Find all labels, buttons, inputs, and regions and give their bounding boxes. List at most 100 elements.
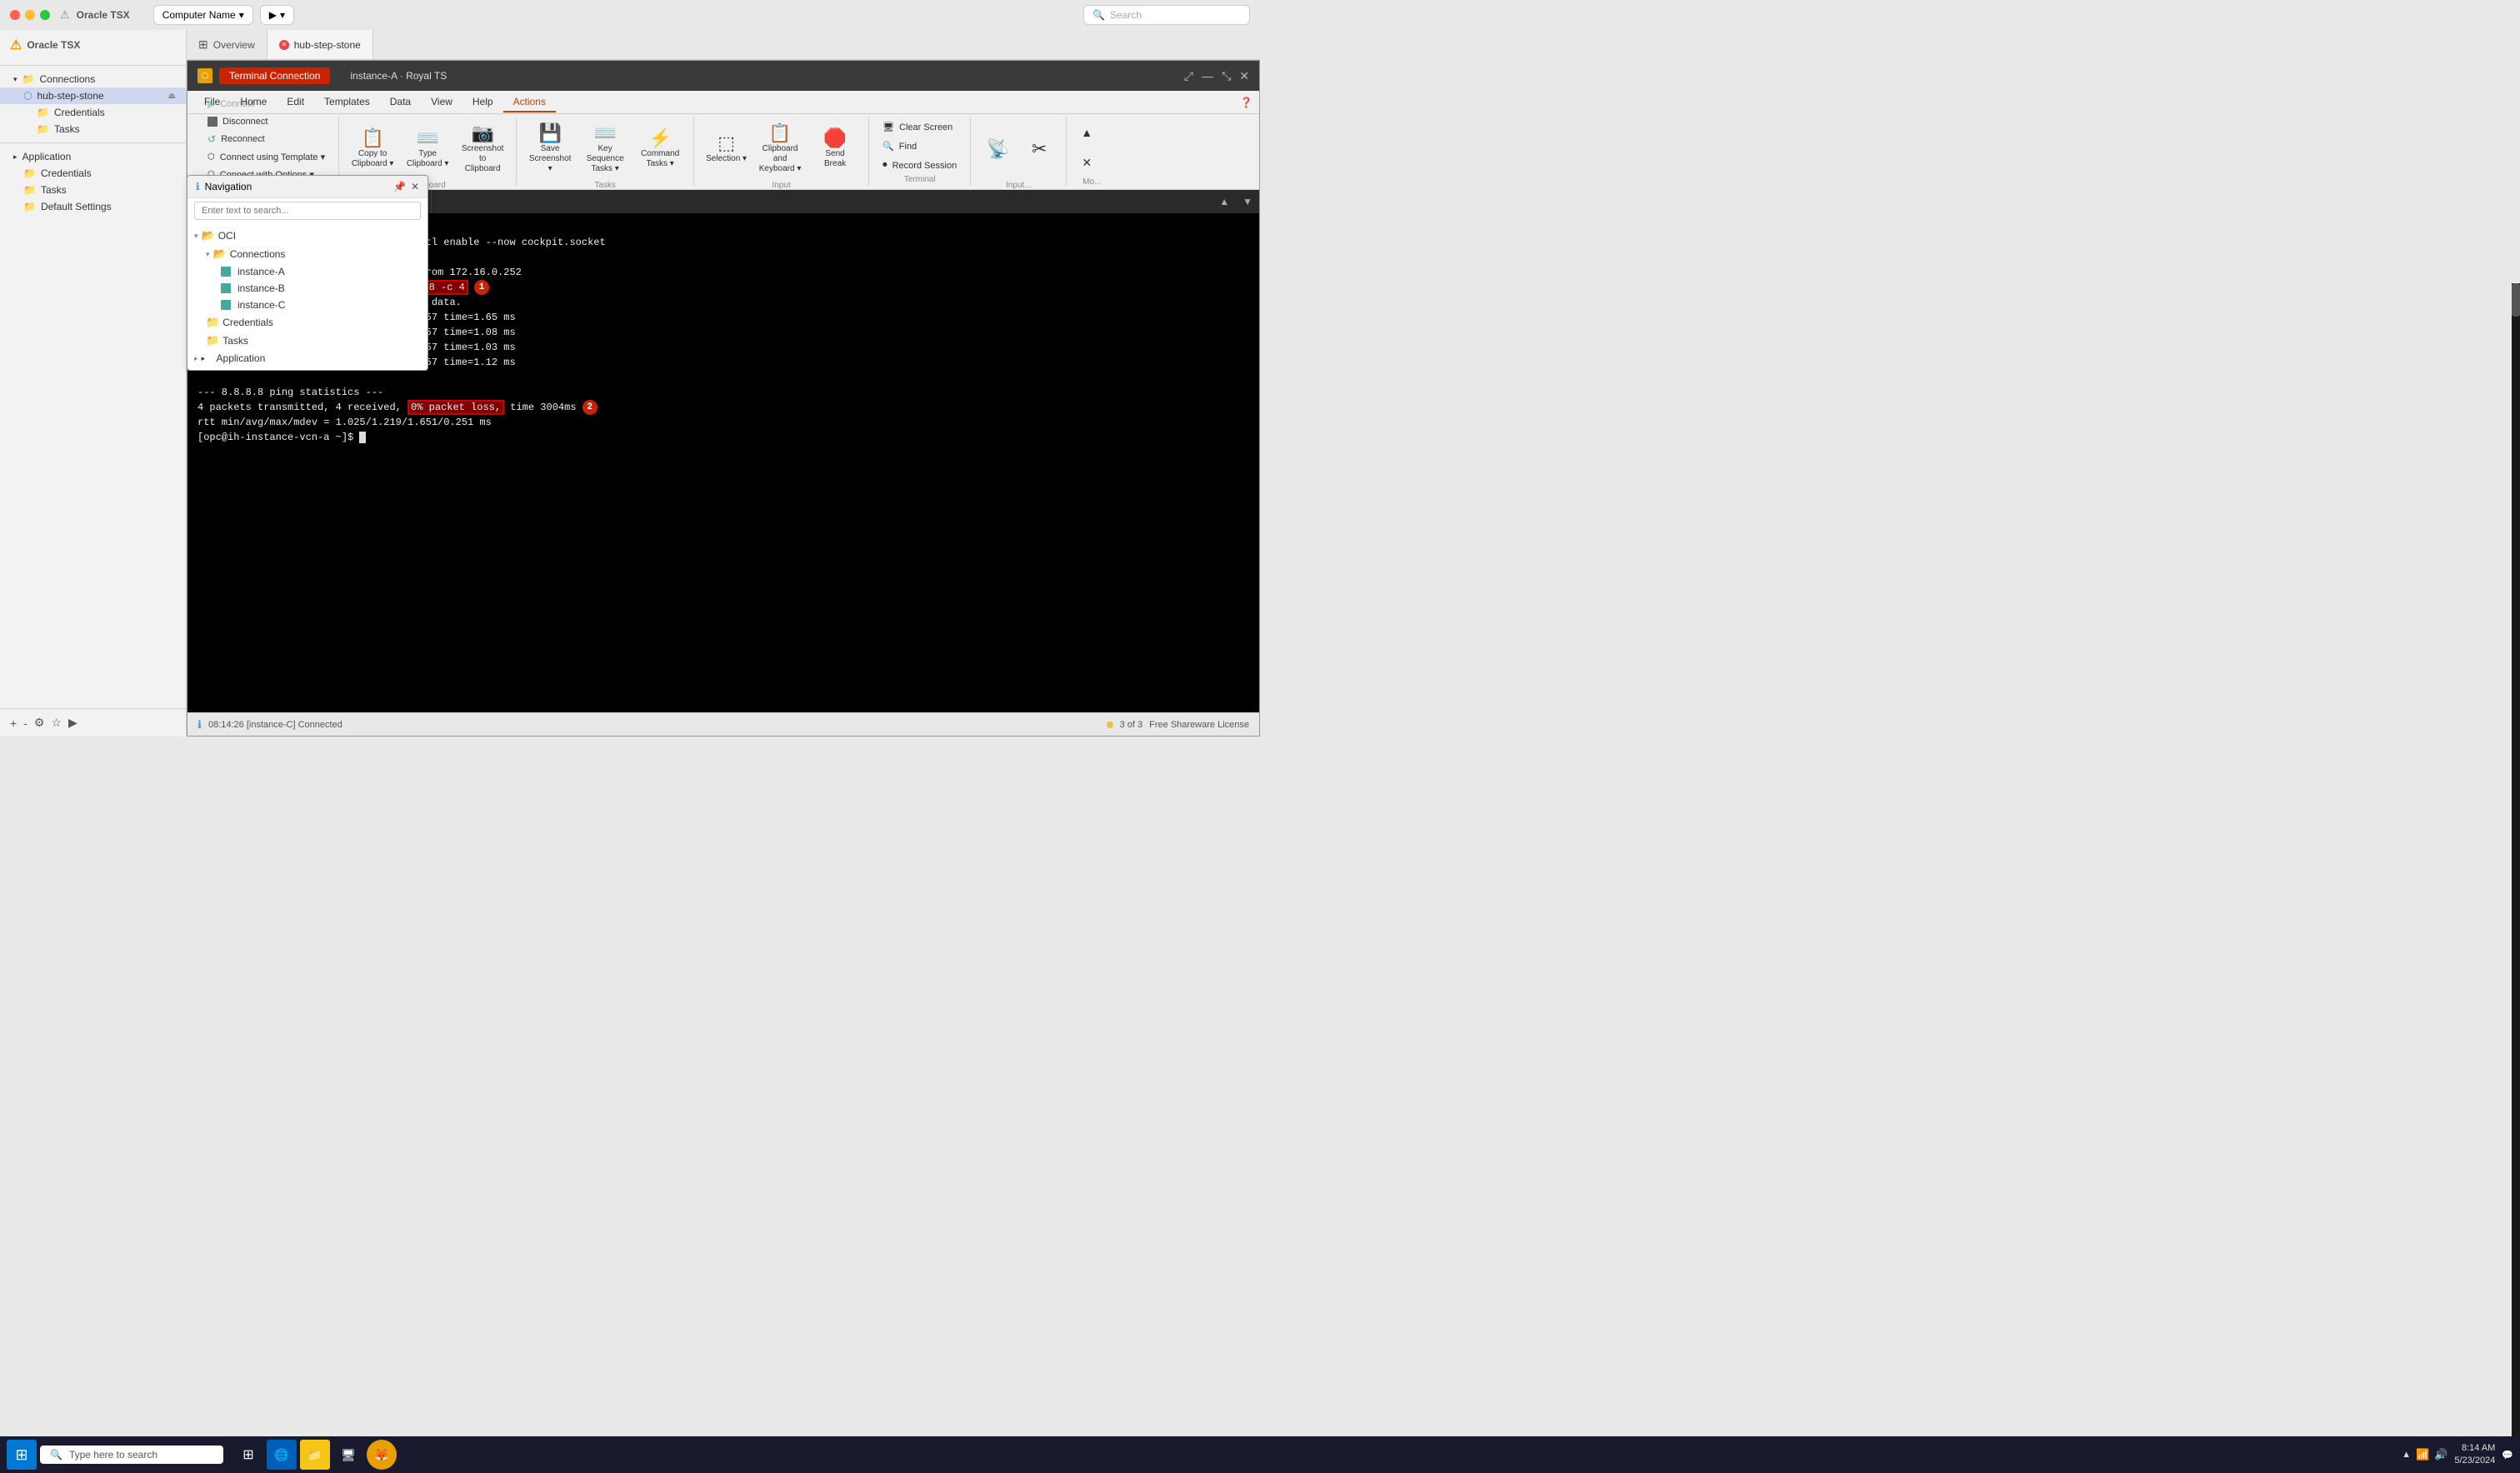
nav-tree-tasks[interactable]: 📁 Tasks: [188, 332, 428, 350]
taskbar-tray: ▲ 📶 🔊: [2402, 1448, 2448, 1461]
close-inner-button[interactable]: ✕: [1239, 69, 1249, 83]
tray-icon-network[interactable]: 📶: [2416, 1448, 2429, 1461]
ribbon-tab-data[interactable]: Data: [380, 92, 421, 112]
restore-button[interactable]: ⤢: [1184, 69, 1193, 83]
ribbon-btn-key-sequence[interactable]: ⌨️ Key Sequence Tasks ▾: [578, 119, 632, 179]
scroll-up-icon[interactable]: ▲: [1212, 192, 1236, 211]
ribbon-btn-screenshot-clipboard[interactable]: 📷 Screenshot to Clipboard: [456, 119, 509, 179]
taskbar-icon-explorer[interactable]: 📁: [300, 1440, 330, 1470]
type-clipboard-label: Type Clipboard ▾: [406, 149, 449, 169]
ribbon-btn-reconnect[interactable]: ↺ Reconnect: [201, 131, 272, 147]
computer-name-button[interactable]: Computer Name ▾: [153, 5, 253, 25]
star-button[interactable]: ☆: [51, 716, 62, 730]
nav-credentials-label: Credentials: [222, 317, 273, 328]
status-message: 08:14:26 [instance-C] Connected: [208, 720, 342, 730]
sidebar-item-tasks-app[interactable]: 📁 Tasks: [0, 182, 186, 198]
ribbon-btn-clipboard-keyboard[interactable]: 📋 Clipboard and Keyboard ▾: [753, 119, 807, 179]
ribbon-btn-connect-template[interactable]: ⬡ Connect using Template ▾: [201, 149, 332, 165]
ribbon-tab-help[interactable]: Help: [462, 92, 503, 112]
ribbon-tab-templates[interactable]: Templates: [314, 92, 380, 112]
inner-title-right: ⤢ — ⤡ ✕: [1184, 69, 1249, 83]
ribbon-btn-input-1[interactable]: 📡: [978, 119, 1018, 179]
record-icon: ⏺: [882, 160, 888, 171]
ribbon-tab-actions[interactable]: Actions: [503, 92, 556, 112]
ribbon-btn-more-1[interactable]: ▲: [1073, 119, 1100, 146]
clipboard-keyboard-label: Clipboard and Keyboard ▾: [758, 144, 802, 174]
windows-start-button[interactable]: ⊞: [7, 1440, 37, 1470]
nav-tree-oci[interactable]: ▾ 📂 OCI: [188, 227, 428, 245]
ribbon-btn-find[interactable]: 🔍 Find: [876, 138, 923, 154]
minimize-inner-button[interactable]: —: [1202, 69, 1213, 82]
tab-close-icon[interactable]: ✕: [279, 40, 289, 50]
ribbon-btn-connect[interactable]: ▶ Connect: [201, 96, 261, 112]
tray-icon-speaker[interactable]: 🔊: [2434, 1448, 2448, 1461]
maximize-button[interactable]: [40, 10, 50, 20]
disconnect-icon: [208, 117, 218, 127]
ribbon-btn-record-session[interactable]: ⏺ Record Session: [876, 157, 963, 173]
tray-icon-notif[interactable]: 💬: [2502, 1450, 2513, 1461]
title-bar: ⚠ Oracle TSX Computer Name ▾ ▶ ▾ 🔍 Searc…: [0, 0, 1260, 30]
app-icon: ⚠: [60, 8, 70, 22]
ribbon-btn-clear-screen[interactable]: 🖥 Clear Screen: [876, 119, 959, 135]
tab-hub-step-stone[interactable]: ✕ hub-step-stone: [268, 30, 373, 59]
nav-tree-application[interactable]: ▸ ▸ Application: [188, 350, 428, 367]
ribbon-btn-input-2[interactable]: ✂: [1019, 119, 1059, 179]
play-button[interactable]: ▶ ▾: [260, 5, 294, 25]
ribbon-btn-type-clipboard[interactable]: ⌨️ Type Clipboard ▾: [401, 119, 454, 179]
scroll-down-icon[interactable]: ▼: [1236, 192, 1259, 211]
nav-tree-instance-b[interactable]: instance-B: [188, 280, 428, 297]
add-button[interactable]: +: [10, 717, 17, 730]
minimize-button[interactable]: [25, 10, 35, 20]
terminal-items: 🖥 Clear Screen 🔍 Find ⏺ Record Session: [876, 119, 963, 173]
close-button[interactable]: [10, 10, 20, 20]
ribbon-tab-view[interactable]: View: [421, 92, 462, 112]
nav-tree-instance-a[interactable]: instance-A: [188, 263, 428, 280]
taskbar-icon-app[interactable]: 🦊: [367, 1440, 397, 1470]
nav-tasks-icon: 📁: [206, 334, 219, 347]
ribbon-btn-copy-clipboard[interactable]: 📋 Copy to Clipboard ▾: [346, 119, 399, 179]
taskbar-icon-edge[interactable]: 🌐: [267, 1440, 297, 1470]
ribbon-group-input-extra: 📡 ✂ Input...: [971, 117, 1067, 186]
find-label: Find: [899, 142, 917, 152]
taskbar-icon-terminal[interactable]: 🖥: [333, 1440, 363, 1470]
ribbon-tab-edit[interactable]: Edit: [277, 92, 314, 112]
nav-tree-instance-c[interactable]: instance-C: [188, 297, 428, 313]
nav-connections-label: Connections: [230, 248, 286, 260]
connection-icon: ⬡: [23, 90, 32, 102]
global-search[interactable]: 🔍 Search: [1083, 5, 1250, 25]
ribbon-help-icon[interactable]: ❓: [1240, 97, 1252, 108]
tray-icon-up[interactable]: ▲: [2402, 1450, 2411, 1460]
ribbon-btn-command-tasks[interactable]: ⚡ Command Tasks ▾: [633, 119, 687, 179]
taskbar-icon-task-view[interactable]: ⊞: [233, 1440, 263, 1470]
tab-hub-step-stone-label: hub-step-stone: [294, 39, 361, 51]
sidebar-item-credentials-conn[interactable]: 📁 Credentials: [0, 104, 186, 121]
sidebar-label-credentials-conn: Credentials: [54, 107, 105, 118]
ribbon-btn-send-break[interactable]: 🛑 Send Break: [808, 119, 862, 179]
nav-search-input[interactable]: [194, 202, 421, 220]
nav-close-button[interactable]: ✕: [411, 181, 419, 192]
maximize-inner-button[interactable]: ⤡: [1222, 69, 1231, 83]
main-layout: ⚠ Oracle TSX ▾ 📁 Connections ⬡ hub-step-…: [0, 30, 1260, 736]
nav-tree-connections[interactable]: ▾ 📂 Connections: [188, 245, 428, 263]
sidebar-item-connections[interactable]: ▾ 📁 Connections: [0, 71, 186, 87]
sidebar-item-application-group[interactable]: ▸ Application: [0, 148, 186, 165]
tab-overview[interactable]: ⊞ Overview: [187, 30, 268, 59]
screenshot-clipboard-label: Screenshot to Clipboard: [461, 144, 504, 174]
sidebar-item-hub-step-stone[interactable]: ⬡ hub-step-stone ⏏: [0, 87, 186, 104]
sidebar-item-credentials-app[interactable]: 📁 Credentials: [0, 165, 186, 182]
taskbar-search[interactable]: 🔍 Type here to search: [40, 1446, 223, 1464]
sidebar-item-tasks-conn[interactable]: 📁 Tasks: [0, 121, 186, 137]
tools-button[interactable]: ⚙: [34, 716, 45, 730]
ribbon-btn-more-2[interactable]: ✕: [1073, 149, 1100, 176]
taskbar-clock[interactable]: 8:14 AM 5/23/2024: [2454, 1442, 2495, 1468]
nav-tree-credentials[interactable]: 📁 Credentials: [188, 313, 428, 332]
chevron-down-icon: ▾: [13, 75, 18, 84]
play-side-button[interactable]: ▶: [68, 716, 78, 730]
nav-oci-icon: 📂: [202, 229, 215, 242]
nav-pin-button[interactable]: 📌: [393, 181, 406, 192]
ribbon-btn-save-screenshot[interactable]: 💾 Save Screenshot ▾: [523, 119, 577, 179]
minus-button[interactable]: -: [23, 717, 28, 730]
sidebar-item-default-settings[interactable]: 📁 Default Settings: [0, 198, 186, 215]
ribbon-btn-disconnect[interactable]: Disconnect: [201, 114, 274, 129]
ribbon-btn-selection[interactable]: ⬚ Selection ▾: [701, 119, 752, 179]
